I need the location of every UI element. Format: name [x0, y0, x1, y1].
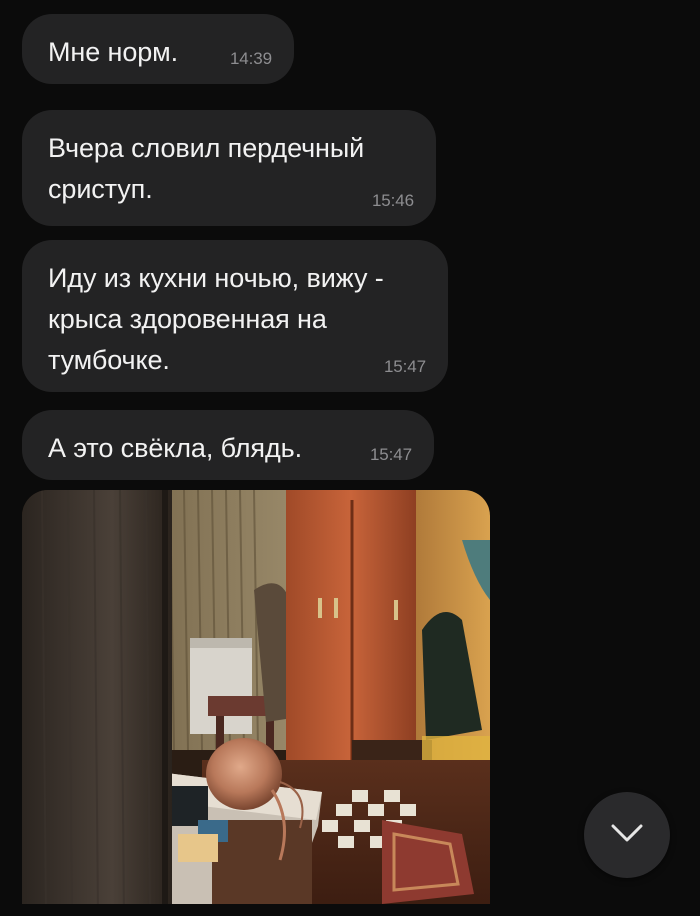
scroll-to-bottom-button[interactable]	[584, 792, 670, 878]
photo-message[interactable]	[22, 490, 490, 916]
message-time: 14:39	[229, 49, 272, 68]
message-text: А это свёкла, блядь.	[48, 433, 302, 463]
message-bubble[interactable]: А это свёкла, блядь. 15:47	[22, 410, 434, 480]
message-bubble[interactable]: Вчера словил пердечный сриступ. 15:46	[22, 110, 436, 226]
message-time: 15:47	[383, 357, 426, 376]
message-bubble[interactable]: Мне норм. 14:39	[22, 14, 294, 84]
message-text: Иду из кухни ночью, вижу - крыса здорове…	[48, 263, 384, 375]
message-time: 15:47	[369, 445, 412, 464]
screen-bottom-edge	[0, 904, 700, 916]
message-time: 15:46	[371, 191, 414, 210]
chevron-down-icon	[610, 823, 644, 848]
message-bubble[interactable]: Иду из кухни ночью, вижу - крыса здорове…	[22, 240, 448, 392]
message-text: Вчера словил пердечный сриступ.	[48, 133, 365, 204]
photo-image	[22, 490, 490, 916]
message-text: Мне норм.	[48, 37, 179, 67]
chat-screen: Мне норм. 14:39 Вчера словил пердечный с…	[0, 0, 700, 916]
